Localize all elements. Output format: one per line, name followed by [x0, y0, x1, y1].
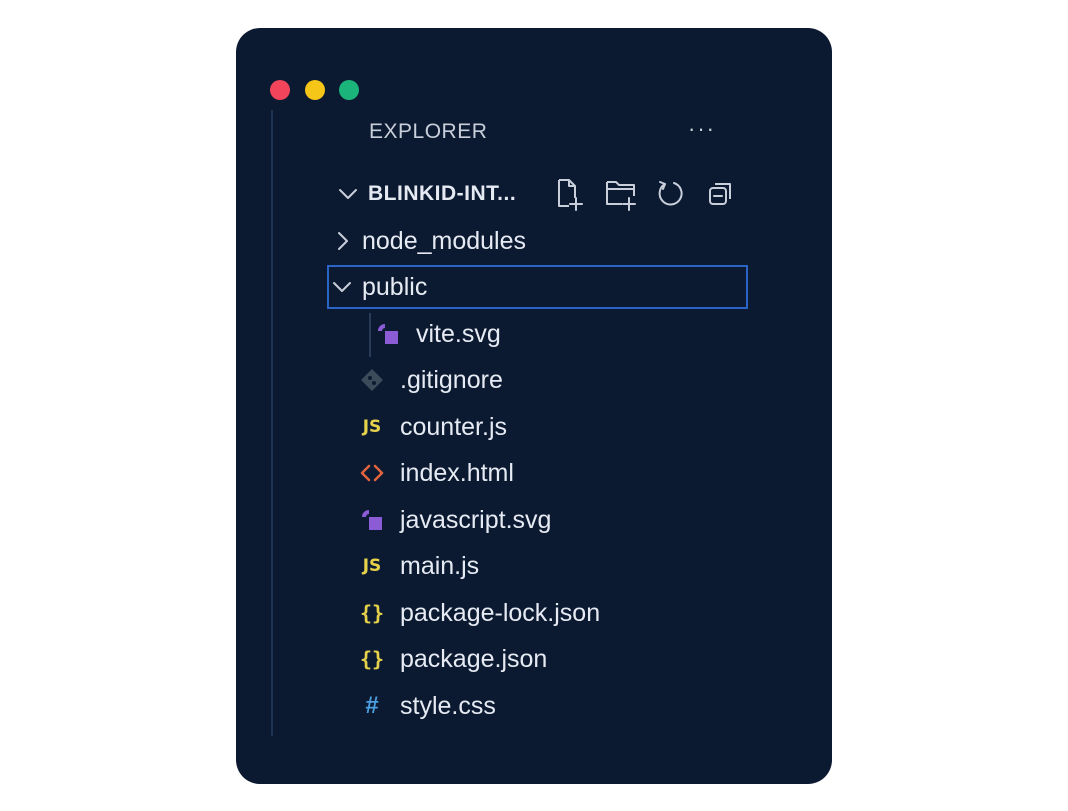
tree-item-counter-js[interactable]: JS counter.js: [358, 407, 778, 447]
tree-item-javascript-svg[interactable]: javascript.svg: [358, 500, 778, 540]
tree-item-label: style.css: [400, 691, 496, 720]
minimize-window-button[interactable]: [305, 80, 325, 100]
tree-item-label: .gitignore: [400, 365, 503, 394]
root-folder-row[interactable]: BLINKID-INT...: [336, 176, 756, 212]
tree-item-package-lock-json[interactable]: {} package-lock.json: [358, 593, 778, 633]
tree-item-public[interactable]: public: [328, 267, 748, 307]
svg-file-icon: [358, 506, 386, 534]
activity-divider: [271, 110, 273, 736]
tree-item-style-css[interactable]: # style.css: [358, 686, 778, 726]
tree-item-main-js[interactable]: JS main.js: [358, 546, 778, 586]
root-folder-label: BLINKID-INT...: [368, 182, 517, 205]
git-icon: [358, 366, 386, 394]
collapse-all-icon[interactable]: [706, 176, 738, 212]
new-file-icon[interactable]: [554, 176, 586, 212]
chevron-down-icon: [336, 182, 360, 206]
css-file-icon: #: [365, 692, 379, 719]
svg-file-icon: [374, 320, 402, 348]
chevron-down-icon: [328, 273, 356, 301]
refresh-icon[interactable]: [654, 176, 686, 212]
tree-item-label: main.js: [400, 551, 480, 580]
json-file-icon: {}: [359, 601, 385, 625]
tree-item-label: public: [362, 272, 428, 301]
tree-item-label: package-lock.json: [400, 598, 601, 627]
json-file-icon: {}: [359, 647, 385, 671]
maximize-window-button[interactable]: [339, 80, 359, 100]
tree-item-index-html[interactable]: index.html: [358, 453, 778, 493]
tree-item-label: counter.js: [400, 412, 508, 441]
tree-item-package-json[interactable]: {} package.json: [358, 639, 778, 679]
more-actions-button[interactable]: ···: [688, 116, 716, 142]
tree-item-vite-svg[interactable]: vite.svg: [374, 314, 794, 354]
tree-item-label: javascript.svg: [400, 505, 552, 534]
tree-item-label: vite.svg: [416, 319, 501, 348]
javascript-file-icon: JS: [362, 417, 382, 437]
tree-item-label: node_modules: [362, 226, 527, 255]
chevron-right-icon: [328, 227, 356, 255]
javascript-file-icon: JS: [362, 556, 382, 576]
tree-item-gitignore[interactable]: .gitignore: [358, 360, 778, 400]
indent-guide: [369, 313, 371, 357]
tree-item-label: index.html: [400, 458, 514, 487]
explorer-window: EXPLORER ··· BLINKID-INT... node_modules…: [236, 28, 832, 784]
new-folder-icon[interactable]: [604, 176, 640, 212]
explorer-title: EXPLORER: [369, 120, 488, 143]
close-window-button[interactable]: [270, 80, 290, 100]
html-file-icon: [358, 459, 386, 487]
tree-item-node-modules[interactable]: node_modules: [328, 221, 748, 261]
tree-item-label: package.json: [400, 644, 548, 673]
